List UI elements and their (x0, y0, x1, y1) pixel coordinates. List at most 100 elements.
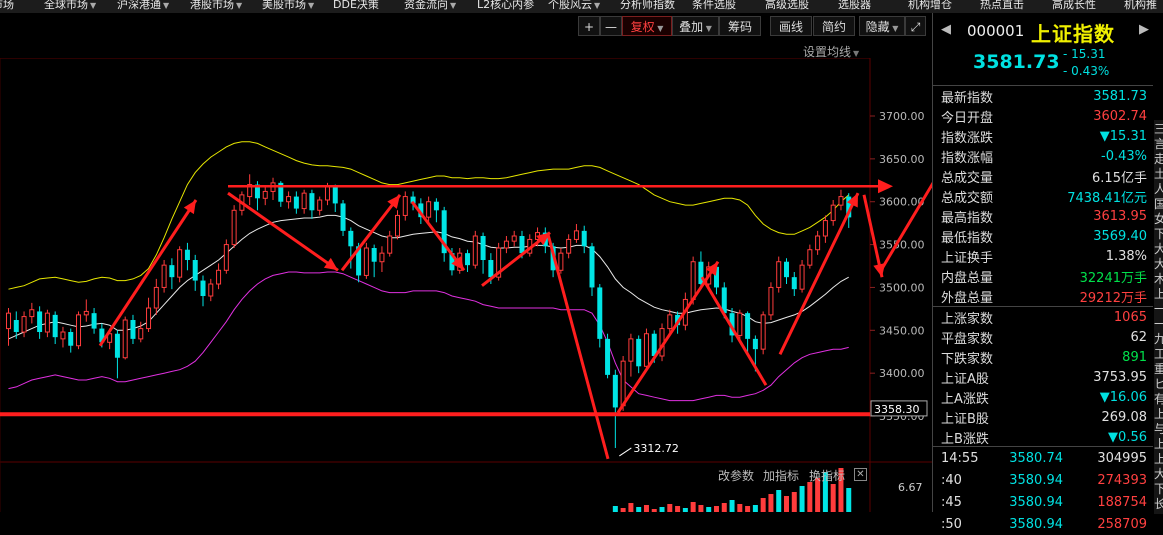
top-menu-label: 机构推 (1124, 0, 1157, 11)
side-tab-strip[interactable]: 三言走土人国女下大大木上一一九工重ヒ有上与上上大下长 (1154, 120, 1163, 514)
stat-label: 总成交额 (941, 190, 994, 206)
zoom-out-button[interactable]: — (600, 16, 622, 36)
quote-header: ◀ 000001 上证指数 ▶ 3581.73 - 15.31 - 0.43% (933, 13, 1163, 85)
stat-unit: 万手 (1120, 290, 1147, 306)
candle-body (589, 246, 595, 288)
candle-body (807, 249, 813, 266)
top-menu-item[interactable]: 高成长性 (1052, 0, 1096, 13)
top-menu-item[interactable]: 热点直击 (980, 0, 1024, 13)
stat-label: 今日开盘 (941, 110, 994, 126)
candle-body (332, 186, 338, 204)
candle-body (208, 283, 214, 297)
hide-label: 隐藏 (865, 20, 890, 34)
top-menu-item[interactable]: 市场 (0, 0, 14, 13)
index-change-pct: - 0.43% (1063, 64, 1110, 78)
volume-bar (760, 498, 766, 512)
close-icon[interactable]: ✕ (854, 468, 867, 481)
zoom-in-button[interactable]: + (578, 16, 600, 36)
side-tab-char: 上 (1154, 287, 1163, 300)
switch-indicator-button[interactable]: 换指标 (809, 467, 845, 484)
tick-row: :45 3580.94 188754 (933, 491, 1153, 513)
stat-value: 32241万手 (1024, 266, 1153, 286)
fuquan-button[interactable]: 复权 ▼ (622, 16, 672, 36)
hide-button[interactable]: 隐藏 ▼ (859, 16, 905, 36)
stat-value: 1.38% (1024, 246, 1153, 266)
candle-body (223, 244, 229, 271)
top-menu-item[interactable]: 高级选股 (765, 0, 809, 13)
top-menu-item[interactable]: 机构推 (1124, 0, 1157, 13)
tick-time: :45 (941, 494, 962, 510)
stat-row: 指数涨幅 -0.43% (933, 146, 1153, 166)
side-tab-char: 一 (1154, 302, 1163, 315)
top-menu-item[interactable]: DDE决策 (333, 0, 379, 13)
tick-volume: 258709 (1097, 516, 1147, 532)
kline-chart[interactable]: 3700.003650.003600.003550.003500.003450.… (0, 58, 932, 512)
top-menu-label: 港股市场 (190, 0, 234, 11)
candle-body (301, 192, 307, 210)
candle-body (114, 333, 120, 358)
change-params-button[interactable]: 改参数 (718, 467, 754, 484)
side-tab-char: 土 (1154, 167, 1163, 180)
volume-bar (706, 507, 712, 512)
top-menu-item[interactable]: 机构增仓 (908, 0, 952, 13)
candle-body (511, 235, 517, 242)
candle-body (519, 236, 525, 254)
y-tick-label: 3500.00 (879, 281, 925, 294)
tick-time: :40 (941, 472, 962, 488)
expand-icon[interactable]: ⤢ (905, 16, 926, 36)
volume-bar (776, 490, 782, 512)
stat-unit: 亿手 (1120, 170, 1147, 186)
drawline-button[interactable]: 画线 (770, 16, 812, 36)
top-menu-item[interactable]: 个股风云 ▼ (548, 0, 600, 13)
candle-body (612, 374, 618, 408)
low-annotation-label: 3312.72 (633, 442, 679, 455)
stat-value: 62 (1043, 327, 1153, 347)
volume-bar (682, 508, 688, 512)
stat-label: 上证A股 (941, 371, 989, 387)
tick-volume: 274393 (1097, 472, 1147, 488)
candle-body (293, 196, 299, 209)
top-menu-item[interactable]: 选股器 (838, 0, 871, 13)
candle-body (752, 338, 758, 350)
candle-body (44, 312, 50, 333)
add-indicator-button[interactable]: 加指标 (763, 467, 799, 484)
next-stock-icon[interactable]: ▶ (1137, 21, 1151, 39)
breadth-stats-table: 上涨家数 1065 平盘家数 62 下跌家数 891 上证A股 3753.95 上A涨跌 ▼16.… (933, 306, 1153, 447)
volume-bar (830, 484, 836, 512)
candle-body (52, 314, 58, 338)
stat-label: 最低指数 (941, 230, 994, 246)
simple-mode-button[interactable]: 简约 (813, 16, 855, 36)
prev-stock-icon[interactable]: ◀ (939, 21, 953, 39)
candle-body (200, 280, 206, 297)
overlay-button[interactable]: 叠加 ▼ (672, 16, 719, 36)
stat-label: 上B涨跌 (941, 431, 989, 447)
side-tab-char: 女 (1154, 212, 1163, 225)
top-menu-label: 美股市场 (262, 0, 306, 11)
stat-label: 指数涨幅 (941, 150, 994, 166)
side-tab-char: 与 (1154, 422, 1163, 435)
top-menu-label: 高成长性 (1052, 0, 1096, 11)
stat-label: 上A涨跌 (941, 391, 989, 407)
stat-value: 6.15亿手 (1024, 166, 1153, 186)
tick-price: 3580.94 (1009, 516, 1063, 532)
stat-unit: 亿元 (1120, 190, 1147, 206)
top-menu-item[interactable]: 资金流向 ▼ (404, 0, 456, 13)
volume-bar (729, 500, 735, 512)
chips-button[interactable]: 筹码 (719, 16, 761, 36)
tick-row: :40 3580.94 274393 (933, 469, 1153, 491)
top-menu-item[interactable]: 港股市场 ▼ (190, 0, 242, 13)
top-menu-item[interactable]: 条件选股 (692, 0, 736, 13)
top-menu-item[interactable]: 分析师指数 (620, 0, 675, 13)
candle-body (395, 214, 400, 237)
candle-body (83, 310, 89, 316)
candle-body (138, 328, 144, 340)
side-tab-char: 三 (1154, 122, 1163, 135)
top-menu-item[interactable]: 全球市场 ▼ (44, 0, 96, 13)
stat-row: 上证B股 269.08 (933, 407, 1153, 427)
candle-body (317, 199, 323, 211)
top-menu-item[interactable]: L2核心内参 (477, 0, 534, 13)
top-menu-item[interactable]: 美股市场 ▼ (262, 0, 314, 13)
candle-body (130, 320, 136, 339)
top-menu-item[interactable]: 沪深港通 ▼ (117, 0, 169, 13)
stat-row: 上涨家数 1065 (933, 307, 1153, 328)
